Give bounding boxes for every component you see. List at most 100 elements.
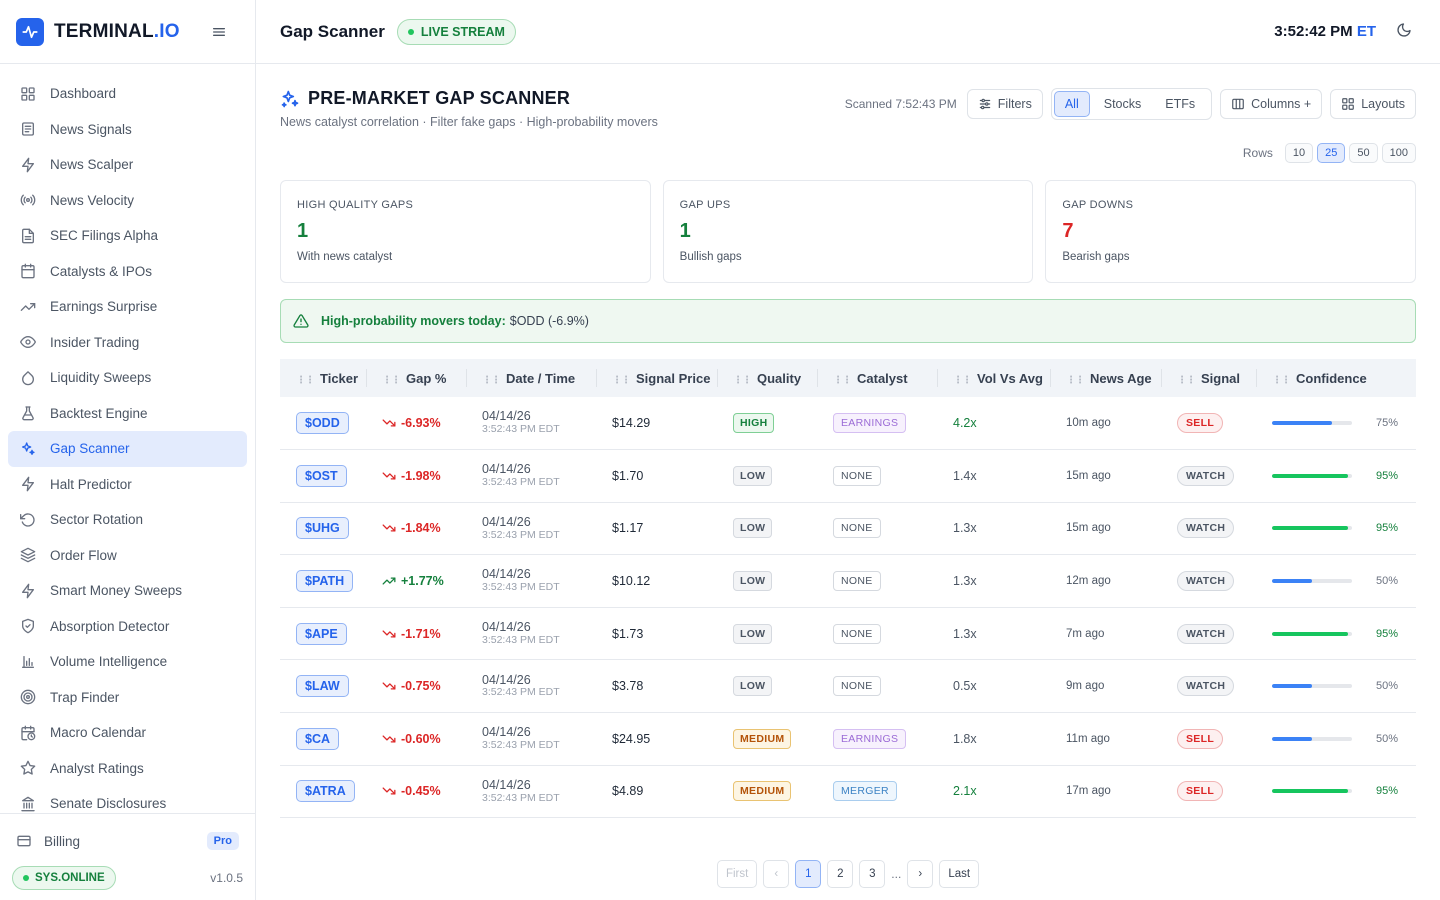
drag-handle-icon[interactable]: ⋮⋮: [1272, 375, 1291, 386]
card-note: Bearish gaps: [1062, 251, 1130, 263]
table-row[interactable]: $LAW -0.75% 04/14/26 3:52:43 PM EDT $3.78 LOW…: [280, 660, 1416, 713]
segment-etfs[interactable]: ETFs: [1155, 91, 1205, 117]
table-row[interactable]: $ODD -6.93% 04/14/26 3:52:43 PM EDT $14.29 HI…: [280, 397, 1416, 450]
drag-handle-icon[interactable]: ⋮⋮: [733, 375, 752, 386]
ticker-badge[interactable]: $UHG: [296, 517, 349, 540]
sidebar-item-catalysts-ipos[interactable]: Catalysts & IPOs: [8, 254, 247, 290]
column-header[interactable]: ⋮⋮ Date / Time: [466, 359, 596, 397]
page-title: PRE-MARKET GAP SCANNER: [308, 88, 571, 108]
catalyst-badge: EARNINGS: [833, 413, 907, 434]
news-age: 12m ago: [1066, 575, 1111, 588]
confidence-value: 50%: [1375, 732, 1398, 745]
table-row[interactable]: $ATRA -0.45% 04/14/26 3:52:43 PM EDT $4.89 ME…: [280, 765, 1416, 818]
sidebar-item-analyst-ratings[interactable]: Analyst Ratings: [8, 751, 247, 787]
ticker-badge[interactable]: $APE: [296, 622, 347, 645]
billing-link[interactable]: Billing Pro: [12, 826, 243, 856]
page-3-button[interactable]: 3: [859, 860, 886, 889]
ticker-badge[interactable]: $CA: [296, 727, 340, 750]
sidebar-item-sec-filings-alpha[interactable]: SEC Filings Alpha: [8, 218, 247, 254]
vol-vs-avg: 0.5x: [953, 679, 977, 694]
sidebar-item-sector-rotation[interactable]: Sector Rotation: [8, 502, 247, 538]
column-header[interactable]: ⋮⋮ Ticker: [280, 359, 366, 397]
page-2-button[interactable]: 2: [827, 860, 854, 889]
first-page-button[interactable]: First: [716, 860, 758, 889]
moon-icon[interactable]: [1396, 22, 1416, 42]
signal-badge: WATCH: [1177, 623, 1235, 644]
card-value: 1: [679, 220, 691, 242]
rows-option-25[interactable]: 25: [1317, 143, 1346, 163]
chevron-left-icon[interactable]: ‹: [763, 860, 790, 889]
news-age: 17m ago: [1066, 785, 1111, 798]
quality-badge: LOW: [733, 465, 773, 486]
brand: TERMINAL.IO: [0, 0, 255, 64]
sidebar-item-macro-calendar[interactable]: Macro Calendar: [8, 715, 247, 751]
bolt-icon: [22, 583, 34, 599]
last-page-button[interactable]: Last: [939, 860, 980, 889]
table-row[interactable]: $APE -1.71% 04/14/26 3:52:43 PM EDT $1.73 LOW…: [280, 607, 1416, 660]
signal-price: $3.78: [612, 679, 644, 694]
filters-button[interactable]: Filters: [966, 89, 1043, 119]
sidebar-item-earnings-surprise[interactable]: Earnings Surprise: [8, 289, 247, 325]
columns-button[interactable]: Columns +: [1220, 89, 1323, 119]
chevron-right-icon[interactable]: ›: [907, 860, 934, 889]
quality-badge: LOW: [733, 623, 773, 644]
segment-all[interactable]: All: [1053, 91, 1090, 117]
gap-percent: -1.84%: [382, 521, 466, 535]
segment-stocks[interactable]: Stocks: [1094, 91, 1152, 117]
column-header[interactable]: ⋮⋮ Signal: [1161, 359, 1256, 397]
column-header[interactable]: ⋮⋮ News Age: [1050, 359, 1161, 397]
ticker-badge[interactable]: $LAW: [296, 675, 349, 698]
sidebar-item-absorption-detector[interactable]: Absorption Detector: [8, 609, 247, 645]
ticker-badge[interactable]: $PATH: [296, 570, 354, 593]
column-header-label: Quality: [757, 370, 802, 386]
column-header[interactable]: ⋮⋮ Quality: [717, 359, 817, 397]
drag-handle-icon[interactable]: ⋮⋮: [382, 375, 401, 386]
drag-handle-icon[interactable]: ⋮⋮: [482, 375, 501, 386]
table-row[interactable]: $OST -1.98% 04/14/26 3:52:43 PM EDT $1.70 LOW…: [280, 450, 1416, 503]
drag-handle-icon[interactable]: ⋮⋮: [612, 375, 631, 386]
sidebar-item-trap-finder[interactable]: Trap Finder: [8, 680, 247, 716]
layouts-button[interactable]: Layouts: [1330, 89, 1416, 119]
column-header[interactable]: ⋮⋮ Confidence: [1256, 359, 1416, 397]
table-row[interactable]: $UHG -1.84% 04/14/26 3:52:43 PM EDT $1.17 LOW…: [280, 502, 1416, 555]
drag-handle-icon[interactable]: ⋮⋮: [296, 375, 315, 386]
sidebar-item-volume-intelligence[interactable]: Volume Intelligence: [8, 644, 247, 680]
ticker-badge[interactable]: $ATRA: [296, 780, 355, 803]
hamburger-menu-icon[interactable]: [209, 22, 229, 42]
rows-option-10[interactable]: 10: [1284, 143, 1314, 163]
ticker-badge[interactable]: $ODD: [296, 412, 349, 435]
news-age: 15m ago: [1066, 522, 1111, 535]
drag-handle-icon[interactable]: ⋮⋮: [1066, 375, 1085, 386]
column-header[interactable]: ⋮⋮ Vol Vs Avg: [937, 359, 1050, 397]
sidebar-item-news-signals[interactable]: News Signals: [8, 112, 247, 148]
ticker-badge[interactable]: $OST: [296, 464, 347, 487]
column-header[interactable]: ⋮⋮ Catalyst: [817, 359, 937, 397]
signal-price: $24.95: [612, 731, 651, 746]
column-header[interactable]: ⋮⋮ Gap %: [366, 359, 466, 397]
column-header[interactable]: ⋮⋮ Signal Price: [596, 359, 717, 397]
sidebar-item-smart-money-sweeps[interactable]: Smart Money Sweeps: [8, 573, 247, 609]
page-1-button[interactable]: 1: [795, 860, 822, 889]
sidebar-item-dashboard[interactable]: Dashboard: [8, 76, 247, 112]
drag-handle-icon[interactable]: ⋮⋮: [953, 375, 972, 386]
rows-option-100[interactable]: 100: [1381, 143, 1416, 163]
sidebar-item-backtest-engine[interactable]: Backtest Engine: [8, 396, 247, 432]
drag-handle-icon[interactable]: ⋮⋮: [833, 375, 852, 386]
sidebar-item-news-velocity[interactable]: News Velocity: [8, 183, 247, 219]
sidebar-item-order-flow[interactable]: Order Flow: [8, 538, 247, 574]
sidebar-item-gap-scanner[interactable]: Gap Scanner: [8, 431, 247, 467]
toolbar: Scanned 7:52:43 PM Filters All Stocks ETFs…: [845, 88, 1416, 120]
sidebar-item-liquidity-sweeps[interactable]: Liquidity Sweeps: [8, 360, 247, 396]
gap-table: ⋮⋮ Ticker ⋮⋮ Gap % ⋮⋮ Date / Time ⋮⋮ Signal Pri…: [280, 359, 1416, 818]
sidebar-item-insider-trading[interactable]: Insider Trading: [8, 325, 247, 361]
sidebar-item-halt-predictor[interactable]: Halt Predictor: [8, 467, 247, 503]
sidebar-nav: Dashboard News Signals News Scalper News Ve…: [0, 64, 255, 813]
sidebar-item-news-scalper[interactable]: News Scalper: [8, 147, 247, 183]
confidence-bar-fill: [1272, 736, 1312, 741]
table-row[interactable]: $CA -0.60% 04/14/26 3:52:43 PM EDT $24.95 MED…: [280, 713, 1416, 766]
sidebar-item-senate-disclosures[interactable]: Senate Disclosures: [8, 786, 247, 813]
sidebar-item-label: Earnings Surprise: [50, 299, 158, 315]
rows-option-50[interactable]: 50: [1349, 143, 1378, 163]
drag-handle-icon[interactable]: ⋮⋮: [1177, 375, 1196, 386]
table-row[interactable]: $PATH +1.77% 04/14/26 3:52:43 PM EDT $10.12 L…: [280, 555, 1416, 608]
